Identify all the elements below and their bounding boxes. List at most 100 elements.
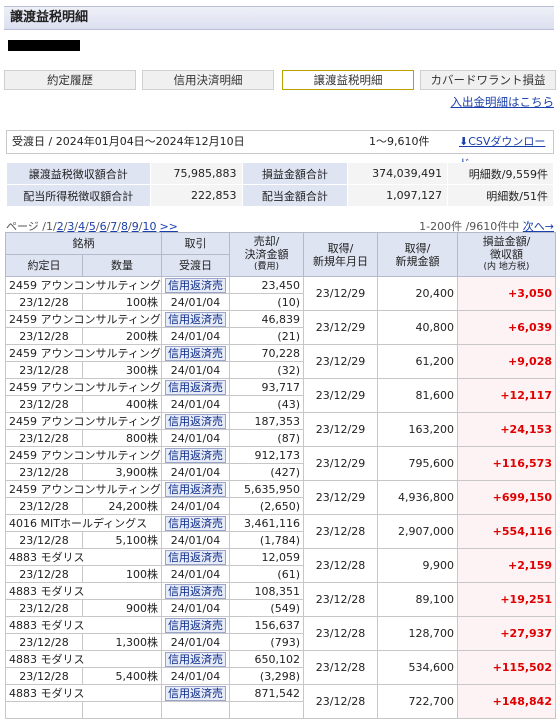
delivery-date: 24/01/04	[161, 667, 230, 685]
acquisition-date: 23/12/28	[303, 582, 378, 617]
fee: (32)	[229, 361, 304, 379]
trade-date: 23/12/28	[5, 633, 83, 651]
fee: (10)	[229, 293, 304, 311]
summary-value: 1,097,127	[347, 184, 449, 207]
quantity: 24,200株	[82, 497, 162, 515]
delivery-date: 24/01/04	[161, 395, 230, 413]
issue-name: 4883 モダリス	[5, 582, 162, 600]
acquisition-amount: 128,700	[377, 616, 458, 651]
issue-name: 2459 アウンコンサルティング	[5, 276, 162, 294]
fee: (1,784)	[229, 531, 304, 549]
acquisition-amount: 534,600	[377, 650, 458, 685]
transaction-badge: 信用返済売	[165, 447, 226, 463]
issue-name: 2459 アウンコンサルティング	[5, 446, 162, 464]
acquisition-amount: 89,100	[377, 582, 458, 617]
acquisition-date: 23/12/28	[303, 548, 378, 583]
table-row: 4016 MITホールディングス 信用返済売 3,461,116 23/12/28 2,…	[5, 514, 556, 549]
page-title: 譲渡益税明細	[4, 6, 554, 30]
quantity	[82, 701, 162, 719]
profit-loss: +6,039	[457, 310, 556, 345]
issue-name: 4883 モダリス	[5, 616, 162, 634]
col-acquisition-amount: 取得/ 新規金額	[377, 232, 458, 277]
quantity: 5,400株	[82, 667, 162, 685]
acquisition-date: 23/12/28	[303, 514, 378, 549]
summary-label: 配当金額合計	[241, 184, 349, 207]
transaction-badge: 信用返済売	[165, 311, 226, 327]
transaction-cell: 信用返済売	[161, 480, 230, 498]
col-delivery-date: 受渡日	[161, 254, 230, 277]
col-profit-loss: 損益金額/ 徴収額 (内 地方税)	[457, 232, 556, 277]
sale-amount: 5,635,950	[229, 480, 304, 498]
col-transaction: 取引	[161, 232, 230, 255]
sale-amount: 650,102	[229, 650, 304, 668]
sale-amount: 187,353	[229, 412, 304, 430]
summary-label: 損益金額合計	[241, 162, 349, 185]
transaction-cell: 信用返済売	[161, 616, 230, 634]
profit-loss: +554,116	[457, 514, 556, 549]
col-sale-line1: 売却/	[253, 235, 280, 248]
delivery-date: 24/01/04	[161, 327, 230, 345]
acquisition-date: 23/12/29	[303, 446, 378, 481]
profit-loss: +148,842	[457, 684, 556, 719]
sale-amount: 156,637	[229, 616, 304, 634]
tab-capital-gains-tax[interactable]: 譲渡益税明細	[282, 70, 414, 90]
issue-name: 4016 MITホールディングス	[5, 514, 162, 532]
table-row: 2459 アウンコンサルティング 信用返済売 93,717 23/12/29 81,60…	[5, 378, 556, 413]
tab-trade-history[interactable]: 約定履歴	[4, 70, 136, 90]
table-row: 2459 アウンコンサルティング 信用返済売 912,173 23/12/29 795,…	[5, 446, 556, 481]
col-acq-date-line1: 取得/	[327, 241, 354, 255]
quantity: 200株	[82, 327, 162, 345]
issue-name: 4883 モダリス	[5, 548, 162, 566]
fee: (43)	[229, 395, 304, 413]
trade-date: 23/12/28	[5, 497, 83, 515]
quantity: 100株	[82, 293, 162, 311]
table-row: 2459 アウンコンサルティング 信用返済売 46,839 23/12/29 40,80…	[5, 310, 556, 345]
transaction-badge: 信用返済売	[165, 345, 226, 361]
acquisition-date: 23/12/29	[303, 412, 378, 447]
acquisition-amount: 2,907,000	[377, 514, 458, 549]
acquisition-amount: 722,700	[377, 684, 458, 719]
col-sale-amount: 売却/ 決済金額 (費用)	[229, 232, 304, 277]
tab-covered-warrant[interactable]: カバードワラント損益	[420, 70, 556, 90]
col-sale-line2: 決済金額	[244, 248, 289, 261]
period-text: 受渡日 / 2024年01月04日～2024年12月10日	[12, 135, 245, 148]
sale-amount: 23,450	[229, 276, 304, 294]
transaction-cell: 信用返済売	[161, 446, 230, 464]
trade-date: 23/12/28	[5, 361, 83, 379]
profit-loss: +19,251	[457, 582, 556, 617]
delivery-date: 24/01/04	[161, 429, 230, 447]
col-sale-line3: (費用)	[253, 262, 280, 272]
quantity: 300株	[82, 361, 162, 379]
fee: (61)	[229, 565, 304, 583]
sale-amount: 912,173	[229, 446, 304, 464]
transaction-cell: 信用返済売	[161, 514, 230, 532]
deposit-withdrawal-link[interactable]: 入出金明細はこちら	[451, 94, 555, 110]
trade-date: 23/12/28	[5, 429, 83, 447]
quantity: 400株	[82, 395, 162, 413]
trade-date	[5, 701, 83, 719]
table-row: 2459 アウンコンサルティング 信用返済売 187,353 23/12/29 163,…	[5, 412, 556, 447]
fee: (549)	[229, 599, 304, 617]
profit-loss: +3,050	[457, 276, 556, 311]
fee: (427)	[229, 463, 304, 481]
pager: ページ /1/2/3/4/5/6/7/8/9/10 >> 1-200件 /9610…	[6, 218, 556, 233]
col-acquisition-date: 取得/ 新規年月日	[303, 232, 378, 277]
table-row: 4883 モダリス 信用返済売 156,637 23/12/28 128,700 +27,…	[5, 616, 556, 651]
sale-amount: 12,059	[229, 548, 304, 566]
quantity: 100株	[82, 565, 162, 583]
table-row: 2459 アウンコンサルティング 信用返済売 70,228 23/12/29 61,20…	[5, 344, 556, 379]
tab-margin-settlement[interactable]: 信用決済明細	[142, 70, 274, 90]
acquisition-amount: 163,200	[377, 412, 458, 447]
transaction-cell: 信用返済売	[161, 650, 230, 668]
acquisition-date: 23/12/28	[303, 650, 378, 685]
download-icon: ⬇	[459, 135, 469, 148]
summary-value: 374,039,491	[347, 162, 449, 185]
transaction-badge: 信用返済売	[165, 515, 226, 531]
transaction-cell: 信用返済売	[161, 582, 230, 600]
issue-name: 2459 アウンコンサルティング	[5, 344, 162, 362]
fee: (87)	[229, 429, 304, 447]
period-bar: 受渡日 / 2024年01月04日～2024年12月10日 1～9,610件 ⬇…	[6, 130, 554, 170]
summary-value: 75,985,883	[149, 162, 243, 185]
table-row: 4883 モダリス 信用返済売 650,102 23/12/28 534,600 +115…	[5, 650, 556, 685]
fee: (21)	[229, 327, 304, 345]
